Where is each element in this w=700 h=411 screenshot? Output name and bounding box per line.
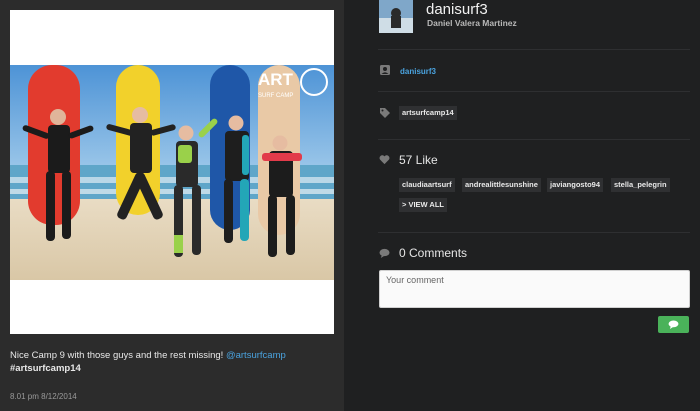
comment-input[interactable] [379, 270, 690, 308]
author-avatar[interactable] [379, 0, 413, 33]
caption-mention-link[interactable]: @artsurfcamp [226, 350, 286, 361]
speech-bubble-icon [379, 248, 390, 258]
likes-count: 57 Like [399, 153, 438, 167]
comments-count: 0 Comments [399, 246, 468, 260]
view-all-likes-button[interactable]: > VIEW ALL [399, 198, 448, 212]
divider [378, 49, 690, 50]
tag-icon [380, 108, 390, 118]
send-comment-button[interactable] [658, 316, 689, 333]
chat-bubble-icon [668, 320, 679, 329]
owner-username-link[interactable]: danisurf3 [400, 67, 436, 76]
post-caption: Nice Camp 9 with those guys and the rest… [10, 349, 330, 375]
author-full-name: Daniel Valera Martinez [427, 18, 517, 28]
divider [378, 91, 690, 92]
liker-chip[interactable]: andrealittlesunshine [462, 178, 541, 192]
liker-chip[interactable]: stella_pelegrin [611, 178, 670, 192]
author-username[interactable]: danisurf3 [426, 1, 488, 18]
user-badge-icon [380, 65, 390, 75]
post-photo[interactable]: ART SURF CAMP [10, 10, 334, 334]
caption-text: Nice Camp 9 with those guys and the rest… [10, 350, 226, 361]
liker-chip[interactable]: javiangosto94 [547, 178, 604, 192]
details-panel: danisurf3 Daniel Valera Martinez danisur… [344, 0, 700, 411]
divider [378, 139, 690, 140]
liker-chip[interactable]: claudiaartsurf [399, 178, 455, 192]
photo-logo-text: ART [258, 70, 294, 89]
photo-logo-subtext: SURF CAMP [258, 93, 293, 99]
post-timestamp: 8.01 pm 8/12/2014 [10, 392, 77, 401]
divider [378, 232, 690, 233]
hashtag-chip[interactable]: artsurfcamp14 [399, 106, 457, 120]
surf-group-photo: ART SURF CAMP [10, 65, 334, 280]
caption-hashtag-link[interactable]: #artsurfcamp14 [10, 363, 81, 374]
heart-icon [379, 155, 390, 165]
photo-panel: ART SURF CAMP Nice Camp 9 with those guy… [0, 0, 344, 411]
